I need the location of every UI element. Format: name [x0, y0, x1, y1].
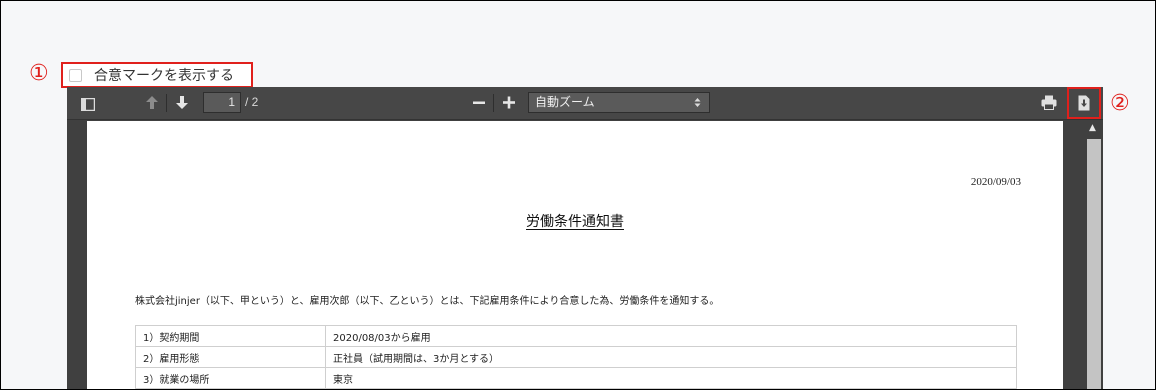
table-row: 1）契約期間 2020/08/03から雇用 — [135, 325, 1017, 347]
annotation-marker-2: ② — [1110, 91, 1130, 116]
document-title: 労働条件通知書 — [526, 214, 624, 230]
table-cell-value: 2020/08/03から雇用 — [325, 325, 1017, 347]
scrollbar-thumb[interactable] — [1087, 139, 1101, 389]
toolbar-divider — [166, 94, 167, 112]
consent-mark-label: 合意マークを表示する — [94, 68, 234, 84]
select-arrows-icon — [694, 93, 701, 119]
zoom-select[interactable]: 自動ズーム — [528, 92, 710, 113]
scroll-up-icon[interactable]: ▲ — [1089, 123, 1096, 133]
table-cell-value: 東京 — [325, 367, 1017, 389]
document-date: 2020/09/03 — [970, 176, 1021, 188]
toolbar-divider — [493, 94, 494, 112]
pdf-toolbar: 1 / 2 自動ズーム — [67, 87, 1103, 120]
table-cell-value: 正社員（試用期間は、3か月とする） — [325, 346, 1017, 368]
table-cell-label: 2）雇用形態 — [135, 346, 326, 368]
sidebar-toggle-icon[interactable] — [80, 96, 96, 115]
conditions-table: 1）契約期間 2020/08/03から雇用 2）雇用形態 正社員（試用期間は、3… — [135, 325, 1017, 389]
next-page-icon[interactable] — [175, 95, 189, 114]
page-number-input[interactable]: 1 — [203, 92, 241, 113]
table-row: 2）雇用形態 正社員（試用期間は、3か月とする） — [135, 346, 1017, 368]
table-row: 3）就業の場所 東京 — [135, 367, 1017, 389]
table-cell-label: 3）就業の場所 — [135, 367, 326, 389]
pdf-page: 2020/09/03 労働条件通知書 株式会社jinjer（以下、甲という）と、… — [87, 121, 1063, 389]
pdf-viewer: 1 / 2 自動ズーム 2020/09/03 労働条件通知書 株式会社jinje… — [67, 87, 1103, 389]
zoom-out-icon[interactable] — [473, 95, 485, 114]
zoom-select-value: 自動ズーム — [535, 95, 595, 109]
zoom-in-icon[interactable] — [503, 95, 515, 114]
annotation-marker-1: ① — [29, 61, 49, 86]
download-highlight-box — [1067, 87, 1101, 119]
show-consent-mark-option[interactable]: 合意マークを表示する — [61, 62, 253, 88]
previous-page-icon[interactable] — [145, 95, 159, 114]
document-intro: 株式会社jinjer（以下、甲という）と、雇用次郎（以下、乙という）とは、下記雇… — [135, 296, 720, 307]
vertical-scrollbar[interactable]: ▲ — [1085, 121, 1103, 389]
table-cell-label: 1）契約期間 — [135, 325, 326, 347]
consent-mark-checkbox[interactable] — [69, 68, 82, 82]
print-icon[interactable] — [1041, 95, 1057, 114]
page-count: / 2 — [245, 95, 259, 109]
app-frame: ① 合意マークを表示する ② 1 / 2 自動ズーム 2020/09/03 労働… — [0, 0, 1156, 390]
